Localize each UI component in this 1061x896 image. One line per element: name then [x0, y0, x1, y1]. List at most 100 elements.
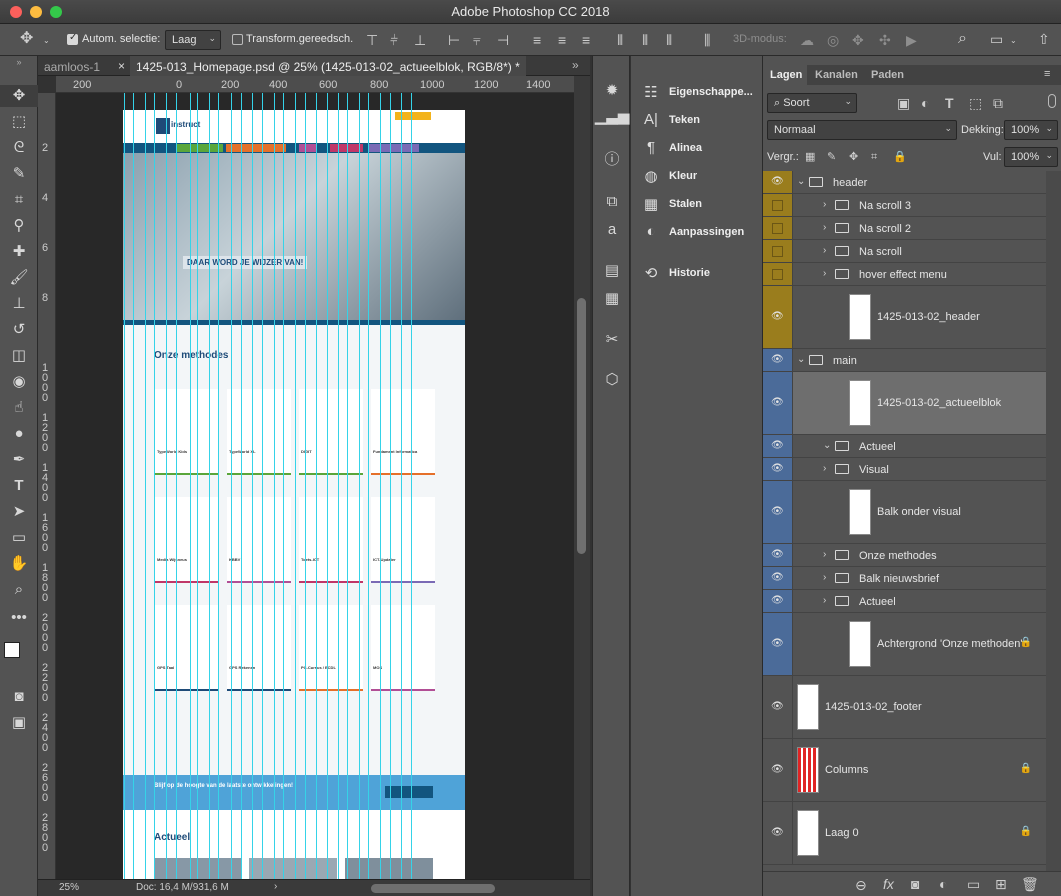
workspace-icon[interactable]: ▭	[990, 32, 1003, 46]
visibility-toggle[interactable]: 👁	[763, 435, 793, 457]
dodge-tool-icon[interactable]: ●	[0, 423, 38, 445]
quick-select-tool-icon[interactable]: ✎	[0, 163, 38, 185]
layer-row[interactable]: 👁 ⌄ header	[763, 171, 1046, 194]
lock-pixels-icon[interactable]: ✎	[827, 150, 836, 164]
layers-scrollbar[interactable]	[1046, 171, 1061, 871]
clone-source-icon[interactable]: ⧉	[593, 191, 631, 213]
distribute-bottom-icon[interactable]: ≡	[582, 33, 590, 47]
panel-paragraph[interactable]: ¶ Alinea	[631, 137, 763, 159]
visibility-toggle[interactable]: 👁	[763, 286, 793, 348]
layer-row[interactable]: 👁 1425-013-02_footer	[763, 676, 1046, 739]
status-menu-icon[interactable]: ›	[274, 881, 277, 892]
layer-row[interactable]: 👁 › Visual	[763, 458, 1046, 481]
move-tool-icon[interactable]: ✥	[0, 85, 38, 107]
brush-tool-icon[interactable]: 🖌	[0, 267, 38, 289]
lock-all-icon[interactable]: 🔒	[893, 150, 907, 164]
hand-tool-icon[interactable]: ✋	[0, 553, 38, 575]
type-tool-icon[interactable]: T	[0, 475, 38, 497]
layer-row[interactable]: 👁 ⌄ Actueel	[763, 435, 1046, 458]
lock-artboard-icon[interactable]: ⌗	[871, 150, 877, 164]
glyphs-icon[interactable]: a	[593, 219, 631, 241]
navigator-icon[interactable]: ✹	[593, 80, 631, 102]
chevron-right-icon[interactable]: ›	[823, 245, 826, 256]
layer-row[interactable]: 👁 1425-013-02_actueelblok	[763, 372, 1046, 435]
auto-select-dropdown[interactable]: Laag ⌄	[165, 30, 221, 50]
visibility-toggle[interactable]: 👁	[763, 171, 793, 193]
filter-pixel-icon[interactable]: ▣	[897, 96, 910, 110]
chevron-right-icon[interactable]: ›	[823, 222, 826, 233]
info-icon[interactable]: ⓘ	[593, 149, 631, 171]
eyedropper-tool-icon[interactable]: ⚲	[0, 215, 38, 237]
lock-position-icon[interactable]: ✥	[849, 150, 858, 164]
close-tab-icon[interactable]: ×	[118, 59, 125, 73]
layer-row[interactable]: 👁 1425-013-02_header	[763, 286, 1046, 349]
filter-type-icon[interactable]: T	[945, 96, 954, 110]
chevron-right-icon[interactable]: ›	[823, 572, 826, 583]
fill-field[interactable]: 100% ⌄	[1004, 147, 1058, 167]
panel-character[interactable]: A| Teken	[631, 109, 763, 131]
tab-untitled[interactable]: aamloos-1	[38, 56, 106, 76]
layer-filter-dropdown[interactable]: ⌕ Soort ⌄	[767, 93, 857, 113]
visibility-toggle[interactable]: 👁	[763, 676, 793, 738]
eraser-tool-icon[interactable]: ◫	[0, 345, 38, 367]
scroll-thumb[interactable]	[577, 298, 586, 554]
zoom-level[interactable]: 25%	[59, 882, 79, 893]
visibility-toggle[interactable]: 👁	[763, 458, 793, 480]
panel-menu-icon[interactable]: ≡	[1044, 68, 1050, 80]
visibility-toggle[interactable]: 👁	[763, 590, 793, 612]
histogram-icon[interactable]: ▁▃▅	[593, 106, 631, 128]
panel-color[interactable]: ◍ Kleur	[631, 165, 763, 187]
3d-pan-icon[interactable]: ✥	[852, 33, 864, 47]
align-vcenter-icon[interactable]: ⫩	[390, 33, 398, 47]
visibility-toggle[interactable]: 👁	[763, 613, 793, 675]
visibility-toggle[interactable]: 👁	[763, 739, 793, 801]
layer-row[interactable]: › Na scroll 2	[763, 217, 1046, 240]
visibility-toggle[interactable]	[763, 194, 793, 216]
align-hcenter-icon[interactable]: ⫧	[473, 33, 481, 47]
layer-row[interactable]: 👁 Achtergrond 'Onze methoden' 🔒	[763, 613, 1046, 676]
filter-adjustment-icon[interactable]: ◐	[921, 96, 929, 110]
visibility-toggle[interactable]: 👁	[763, 802, 793, 864]
chevron-right-icon[interactable]: ›	[823, 463, 826, 474]
clone-stamp-tool-icon[interactable]: ⊥	[0, 293, 38, 315]
transform-controls-checkbox[interactable]	[232, 34, 243, 45]
layer-row[interactable]: 👁 › Onze methodes	[763, 544, 1046, 567]
document-canvas[interactable]: instruct DAAR WORD JE WIJZER VAN! Onze m…	[56, 93, 574, 879]
tool-presets-icon[interactable]: ✂	[593, 329, 631, 351]
layer-row[interactable]: 👁 › Actueel	[763, 590, 1046, 613]
layer-row[interactable]: 👁 Balk onder visual	[763, 481, 1046, 544]
tab-layers[interactable]: Lagen	[770, 69, 802, 81]
marquee-tool-icon[interactable]: ⬚	[0, 111, 38, 133]
tab-paths[interactable]: Paden	[871, 69, 904, 81]
layer-row[interactable]: 👁 Laag 0 🔒	[763, 802, 1046, 865]
crop-tool-icon[interactable]: ⌗	[0, 189, 38, 211]
layer-row[interactable]: 👁 Columns 🔒	[763, 739, 1046, 802]
auto-select-checkbox[interactable]	[67, 32, 78, 45]
opacity-field[interactable]: 100% ⌄	[1004, 120, 1058, 140]
share-icon[interactable]: ⇧	[1038, 32, 1050, 46]
move-tool-preset-icon[interactable]: ✥	[20, 31, 33, 47]
align-top-icon[interactable]: ⊤	[366, 33, 378, 47]
layer-row[interactable]: › Na scroll	[763, 240, 1046, 263]
new-layer-icon[interactable]: ⊞	[995, 877, 1007, 891]
more-tabs-icon[interactable]: »	[572, 58, 579, 72]
chevron-right-icon[interactable]: ›	[823, 268, 826, 279]
filter-smart-object-icon[interactable]: ⧉	[993, 96, 1003, 110]
visibility-toggle[interactable]: 👁	[763, 349, 793, 371]
layer-row[interactable]: 👁 ⌄ main	[763, 349, 1046, 372]
pen-tool-icon[interactable]: ✒	[0, 449, 38, 471]
more-tools-icon[interactable]: •••	[0, 607, 38, 629]
chevron-down-icon[interactable]: ⌄	[43, 34, 50, 48]
visibility-toggle[interactable]: 👁	[763, 567, 793, 589]
link-layers-icon[interactable]: ⊖	[855, 878, 867, 892]
history-brush-tool-icon[interactable]: ↺	[0, 319, 38, 341]
visibility-toggle[interactable]: 👁	[763, 372, 793, 434]
distribute-hcenter-icon[interactable]: ⦀	[642, 33, 648, 47]
filter-shape-icon[interactable]: ⬚	[969, 96, 982, 110]
smudge-tool-icon[interactable]: ☝	[0, 397, 38, 419]
actions-icon[interactable]: ▦	[593, 288, 631, 310]
layer-style-icon[interactable]: fx	[883, 877, 894, 891]
panel-swatches[interactable]: ▦ Stalen	[631, 193, 763, 215]
panel-properties[interactable]: ☷ Eigenschappe...	[631, 81, 763, 103]
blend-mode-dropdown[interactable]: Normaal ⌄	[767, 120, 957, 140]
